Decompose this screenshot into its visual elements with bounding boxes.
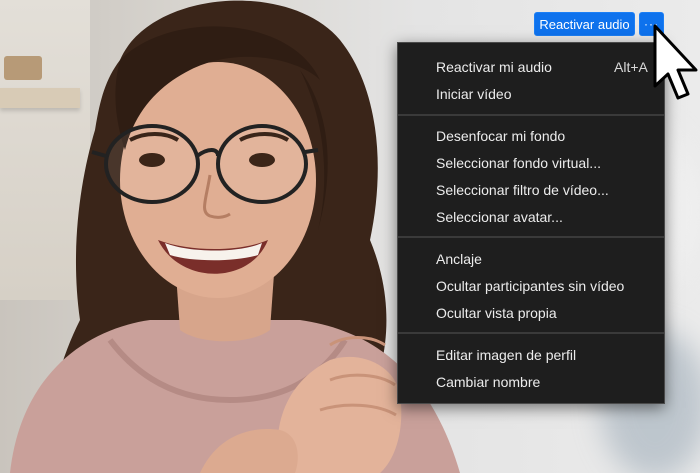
menu-item-blur-background[interactable]: Desenfocar mi fondo xyxy=(436,125,565,147)
menu-item-rename[interactable]: Cambiar nombre xyxy=(436,371,540,393)
unmute-audio-button[interactable]: Reactivar audio xyxy=(534,12,635,36)
menu-item-edit-profile-picture[interactable]: Editar imagen de perfil xyxy=(436,344,576,366)
menu-divider xyxy=(398,236,664,238)
participant-context-menu: Reactivar mi audio Alt+A Iniciar vídeo D… xyxy=(397,42,665,404)
menu-item-hide-non-video[interactable]: Ocultar participantes sin vídeo xyxy=(436,275,624,297)
menu-item-hide-self-view[interactable]: Ocultar vista propia xyxy=(436,302,557,324)
menu-item-pin[interactable]: Anclaje xyxy=(436,248,482,270)
menu-item-unmute-audio[interactable]: Reactivar mi audio xyxy=(436,56,552,78)
menu-item-start-video[interactable]: Iniciar vídeo xyxy=(436,83,511,105)
menu-divider xyxy=(398,114,664,116)
menu-item-video-filter[interactable]: Seleccionar filtro de vídeo... xyxy=(436,179,609,201)
mouse-cursor-icon xyxy=(653,24,698,100)
menu-divider xyxy=(398,332,664,334)
menu-item-shortcut: Alt+A xyxy=(614,59,648,75)
menu-item-avatar[interactable]: Seleccionar avatar... xyxy=(436,206,563,228)
menu-item-virtual-background[interactable]: Seleccionar fondo virtual... xyxy=(436,152,601,174)
